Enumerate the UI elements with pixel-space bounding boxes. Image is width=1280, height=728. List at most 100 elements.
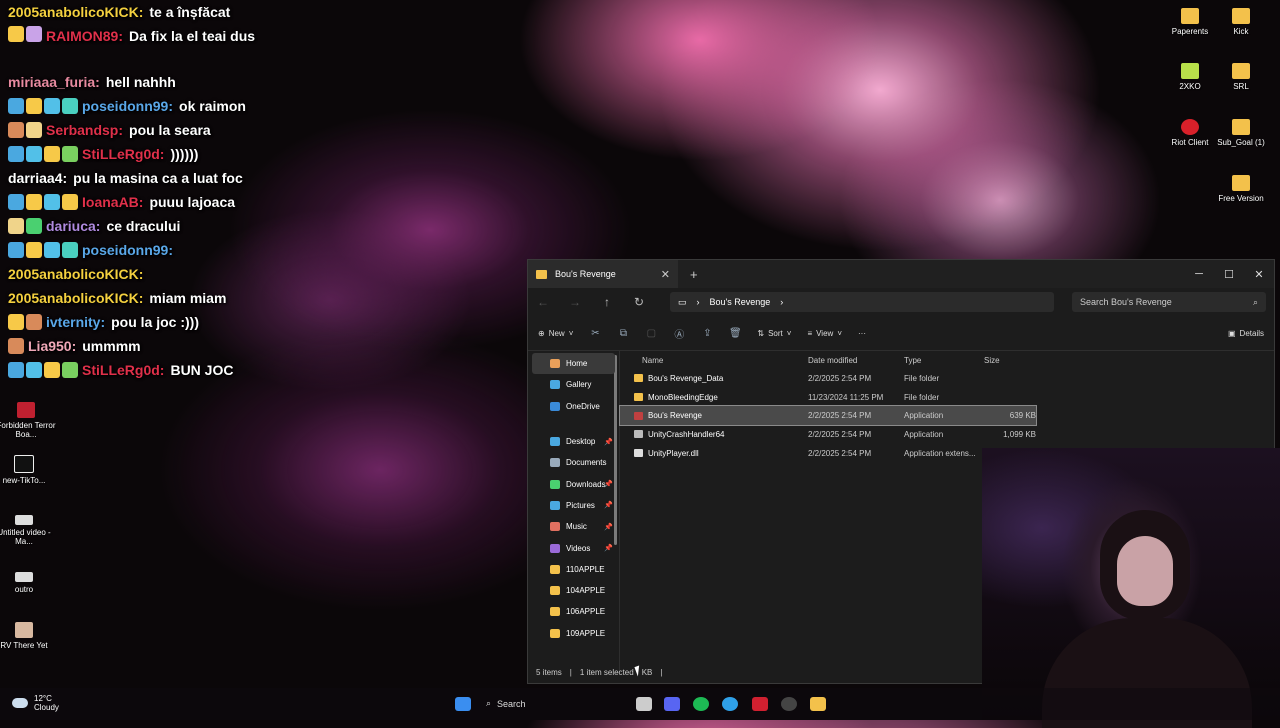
chat-text: ummmm: [82, 338, 141, 354]
file-name-cell: UnityPlayer.dll: [634, 449, 808, 458]
desktop-icon[interactable]: Kick: [1209, 8, 1273, 36]
sort-button[interactable]: ⇅ Sort ˅: [757, 329, 791, 338]
view-button[interactable]: ≡ View ˅: [807, 329, 842, 338]
game-icon: [1181, 63, 1199, 79]
nav-item-label: Documents: [566, 458, 607, 468]
task-view-icon[interactable]: [636, 697, 652, 711]
badge-icon: [44, 362, 60, 378]
nav-item[interactable]: Desktop 📌: [528, 431, 619, 452]
new-button[interactable]: ⊕ New ˅: [538, 329, 573, 338]
file-row[interactable]: UnityPlayer.dll 2/2/2025 2:54 PM Applicati…: [620, 444, 1036, 463]
nav-item[interactable]: Pictures 📌: [528, 495, 619, 516]
chat-badges: [8, 146, 78, 162]
share-icon[interactable]: ⇪: [701, 328, 713, 339]
nav-item[interactable]: Documents: [528, 452, 619, 473]
close-tab-icon[interactable]: ✕: [661, 268, 670, 281]
steam-icon[interactable]: [781, 697, 797, 711]
new-tab-button[interactable]: +: [690, 267, 698, 282]
file-row[interactable]: MonoBleedingEdge 11/23/2024 11:25 PM File …: [620, 388, 1036, 407]
maximize-button[interactable]: ☐: [1214, 268, 1244, 281]
chat-username: Lia950:: [28, 338, 77, 354]
explorer-tab[interactable]: Bou's Revenge ✕: [528, 260, 678, 288]
column-name[interactable]: Name: [642, 356, 808, 365]
desktop-icon[interactable]: Free Version: [1209, 175, 1273, 203]
column-date[interactable]: Date modified: [808, 356, 904, 365]
nav-item-label: Desktop: [566, 437, 596, 447]
badge-icon: [26, 362, 42, 378]
app-icon[interactable]: [752, 697, 768, 711]
edge-icon[interactable]: [722, 697, 738, 711]
file-row[interactable]: UnityCrashHandler64 2/2/2025 2:54 PM Appli…: [620, 425, 1036, 444]
pin-icon: 📌: [604, 502, 613, 510]
forward-button[interactable]: →: [568, 295, 582, 309]
badge-icon: [8, 218, 24, 234]
delete-icon[interactable]: 🗑: [729, 328, 742, 339]
nav-item-icon: [550, 543, 560, 553]
close-window-button[interactable]: ✕: [1244, 268, 1274, 281]
file-explorer-icon[interactable]: [810, 697, 826, 711]
rename-icon[interactable]: Ⓐ: [673, 326, 685, 341]
search-input[interactable]: Search Bou's Revenge ⌕: [1072, 292, 1266, 312]
file-name: MonoBleedingEdge: [648, 392, 718, 402]
chat-username: Serbandsp:: [46, 122, 124, 138]
desktop-icon[interactable]: Forbidden Terror Boa...: [0, 402, 58, 439]
nav-item[interactable]: Music 📌: [528, 516, 619, 537]
pin-icon: 📌: [604, 481, 613, 489]
view-label: View: [816, 328, 834, 338]
nav-item[interactable]: Gallery: [528, 374, 619, 395]
file-date: 11/23/2024 11:25 PM: [808, 392, 884, 402]
copy-icon[interactable]: ⧉: [617, 328, 629, 339]
paste-icon[interactable]: ▢: [645, 328, 657, 339]
column-size[interactable]: Size: [984, 356, 1034, 365]
desktop-icon-label: Sub_Goal (1): [1217, 138, 1265, 147]
refresh-button[interactable]: ↻: [632, 295, 646, 309]
badge-icon: [62, 242, 78, 258]
column-headers: Name Date modified Type Size: [620, 351, 1274, 369]
temperature: 12°C: [34, 694, 52, 703]
badge-icon: [26, 218, 42, 234]
nav-item[interactable]: 104APPLE: [528, 580, 619, 601]
navigation-pane: Home Gallery OneDrive Desktop 📌 Documents Down…: [528, 351, 620, 673]
tiktok-icon: [14, 455, 34, 473]
desktop-icon-label: Untitled video - Ma...: [0, 528, 51, 546]
chat-message: StiLLeRg0d:)))))): [8, 142, 298, 166]
desktop-icon[interactable]: Sub_Goal (1): [1209, 119, 1273, 147]
folder-icon: [1232, 8, 1250, 24]
nav-item[interactable]: Home: [532, 353, 615, 375]
badge-icon: [8, 194, 24, 210]
folder-icon: [1232, 63, 1250, 79]
details-button[interactable]: ▣ Details: [1228, 329, 1264, 338]
chat-text: pu la masina ca a luat foc: [73, 170, 243, 186]
badge-icon: [26, 26, 42, 42]
minimize-button[interactable]: ─: [1184, 268, 1214, 281]
weather-widget[interactable]: 12°C Cloudy: [12, 694, 59, 712]
address-bar[interactable]: ▭ › Bou's Revenge ›: [670, 292, 1054, 312]
nav-item[interactable]: 106APPLE: [528, 601, 619, 622]
file-row[interactable]: Bou's Revenge 2/2/2025 2:54 PM Application…: [619, 405, 1037, 427]
breadcrumb[interactable]: Bou's Revenge: [710, 297, 771, 307]
cut-icon[interactable]: ✂: [589, 328, 601, 339]
back-button[interactable]: ←: [536, 295, 550, 309]
search-placeholder: Search Bou's Revenge: [1080, 297, 1172, 307]
column-type[interactable]: Type: [904, 356, 984, 365]
start-button[interactable]: [455, 697, 471, 711]
spotify-icon[interactable]: [693, 697, 709, 711]
discord-icon[interactable]: [664, 697, 680, 711]
file-name-cell: MonoBleedingEdge: [634, 393, 808, 402]
nav-item[interactable]: OneDrive: [528, 396, 619, 417]
desktop-icon[interactable]: Untitled video - Ma...: [0, 515, 56, 546]
taskbar-search[interactable]: ⌕ Search: [486, 698, 526, 709]
nav-item-icon: [550, 401, 560, 411]
desktop-icon[interactable]: RV There Yet: [0, 622, 56, 650]
nav-item[interactable]: Videos 📌: [528, 537, 619, 558]
nav-item[interactable]: 110APPLE: [528, 559, 619, 580]
more-options-button[interactable]: ···: [858, 329, 866, 338]
file-row[interactable]: Bou's Revenge_Data 2/2/2025 2:54 PM File f…: [620, 369, 1036, 388]
desktop-icon[interactable]: SRL: [1209, 63, 1273, 91]
desktop-icon[interactable]: outro: [0, 572, 56, 594]
nav-item[interactable]: Downloads 📌: [528, 473, 619, 494]
desktop-icon[interactable]: new-TikTo...: [0, 455, 56, 485]
up-button[interactable]: ↑: [600, 295, 614, 309]
nav-item-icon: [550, 586, 560, 596]
nav-item[interactable]: 109APPLE: [528, 623, 619, 644]
